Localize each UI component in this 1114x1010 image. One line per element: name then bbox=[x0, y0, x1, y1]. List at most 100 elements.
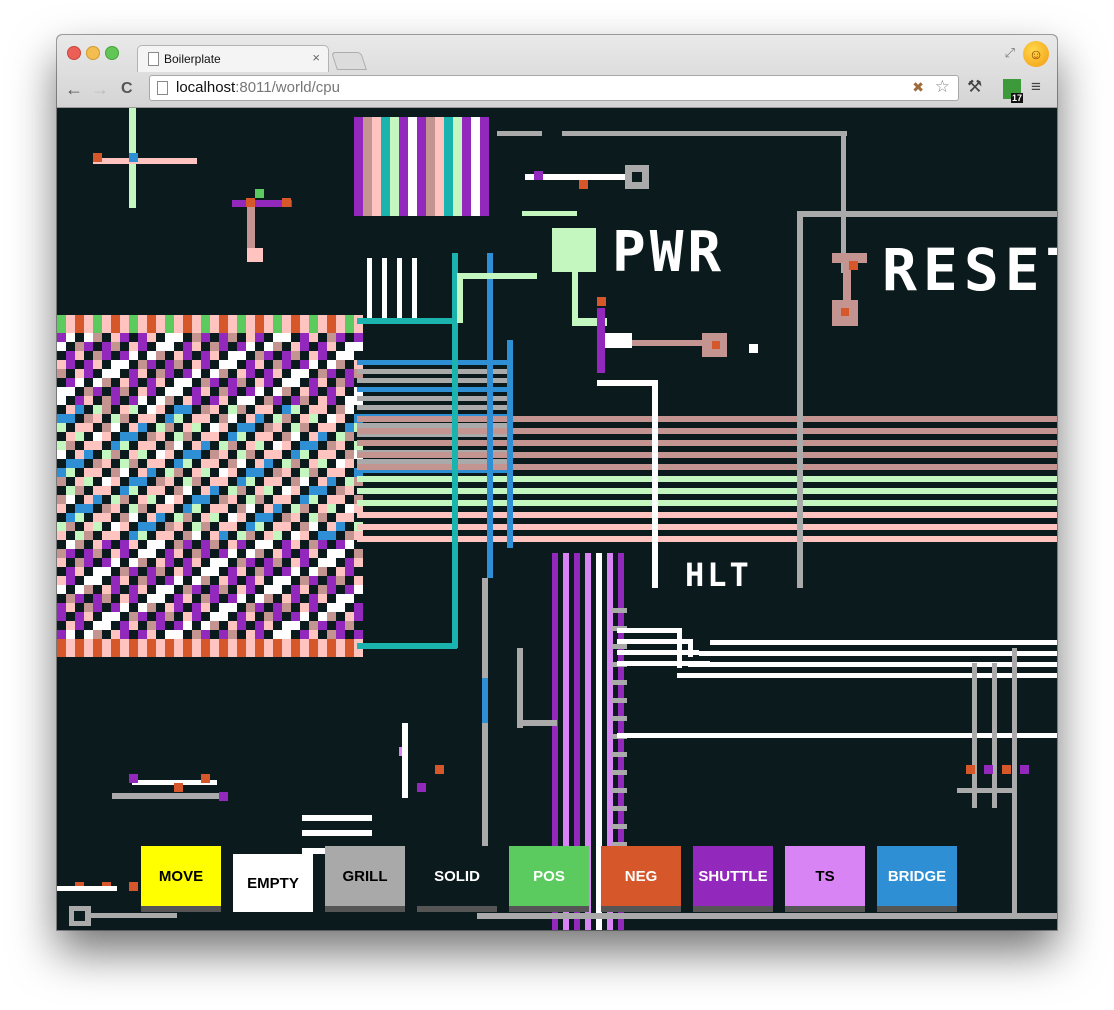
circuit-cell bbox=[129, 333, 138, 342]
circuit-cell bbox=[201, 486, 210, 495]
circuit-cell bbox=[426, 144, 435, 153]
circuit-cell bbox=[480, 144, 489, 153]
menu-icon[interactable]: ≡ bbox=[1031, 77, 1041, 97]
circuit-cell bbox=[165, 540, 174, 549]
close-window-button[interactable] bbox=[67, 46, 81, 60]
circuit-cell bbox=[372, 126, 381, 135]
circuit-cell bbox=[300, 486, 309, 495]
circuit-cell bbox=[228, 342, 237, 351]
circuit-cell bbox=[165, 432, 174, 441]
forward-icon[interactable]: → bbox=[91, 79, 109, 100]
circuit-cell bbox=[156, 648, 165, 657]
back-icon[interactable]: ← bbox=[65, 79, 83, 100]
circuit-cell bbox=[66, 315, 75, 324]
palette-button-shadow bbox=[509, 906, 589, 912]
palette-button-neg[interactable]: NEG bbox=[601, 846, 681, 912]
circuit-cell bbox=[354, 594, 363, 603]
circuit-cell bbox=[282, 495, 291, 504]
circuit-cell bbox=[318, 549, 327, 558]
circuit-cell bbox=[75, 432, 84, 441]
url-text[interactable]: localhost:8011/world/cpu bbox=[176, 79, 340, 96]
circuit-cell bbox=[66, 576, 75, 585]
circuit-cell bbox=[336, 486, 345, 495]
circuit-cell bbox=[165, 351, 174, 360]
circuit-cell bbox=[165, 504, 174, 513]
palette-button-empty[interactable]: EMPTY bbox=[233, 854, 313, 912]
bookmark-star-icon[interactable]: ☆ bbox=[935, 77, 950, 97]
wire bbox=[357, 396, 507, 401]
extension-icon[interactable]: 17 bbox=[1003, 79, 1023, 103]
circuit-cell bbox=[462, 135, 471, 144]
circuit-cell bbox=[228, 477, 237, 486]
circuit-cell bbox=[156, 576, 165, 585]
circuit-cell bbox=[264, 621, 273, 630]
circuit-cell bbox=[156, 387, 165, 396]
circuit-cell bbox=[174, 486, 183, 495]
circuit-cell bbox=[75, 405, 84, 414]
circuit-cell bbox=[219, 315, 228, 324]
tab-close-icon[interactable]: × bbox=[312, 50, 320, 65]
circuit-cell bbox=[219, 540, 228, 549]
palette-button-bridge[interactable]: BRIDGE bbox=[877, 846, 957, 912]
circuit-cell bbox=[237, 612, 246, 621]
circuit-cell bbox=[75, 585, 84, 594]
circuit-cell bbox=[327, 522, 336, 531]
circuit-cell bbox=[318, 567, 327, 576]
circuit-cell bbox=[183, 504, 192, 513]
circuit-cell bbox=[345, 351, 354, 360]
circuit-cell bbox=[183, 360, 192, 369]
circuit-cell bbox=[372, 180, 381, 189]
minimize-window-button[interactable] bbox=[86, 46, 100, 60]
circuit-cell bbox=[237, 549, 246, 558]
palette-button-pos[interactable]: POS bbox=[509, 846, 589, 912]
circuit-cell bbox=[120, 558, 129, 567]
palette-button-move[interactable]: MOVE bbox=[141, 846, 221, 912]
circuit-cell bbox=[255, 486, 264, 495]
circuit-cell bbox=[453, 207, 462, 216]
circuit-cell bbox=[273, 333, 282, 342]
circuit-cell bbox=[84, 378, 93, 387]
palette-button-grill[interactable]: GRILL bbox=[325, 846, 405, 912]
circuit-cell bbox=[273, 387, 282, 396]
circuit-cell bbox=[417, 126, 426, 135]
palette-button-ts[interactable]: TS bbox=[785, 846, 865, 912]
circuit-cell bbox=[201, 621, 210, 630]
circuit-cell bbox=[408, 198, 417, 207]
fullscreen-icon[interactable]: ⤢ bbox=[1005, 45, 1015, 61]
circuit-cell bbox=[282, 315, 291, 324]
profile-avatar-icon[interactable]: ☺ bbox=[1023, 41, 1049, 67]
circuit-cell bbox=[165, 603, 174, 612]
circuit-cell bbox=[426, 189, 435, 198]
wire bbox=[357, 500, 1057, 506]
tab-boilerplate[interactable]: Boilerplate × bbox=[137, 45, 329, 72]
circuit-cell bbox=[435, 117, 444, 126]
circuit-cell bbox=[354, 648, 363, 657]
circuit-cell bbox=[345, 405, 354, 414]
circuit-cell bbox=[336, 378, 345, 387]
circuit-cell bbox=[219, 459, 228, 468]
circuit-cell bbox=[327, 594, 336, 603]
circuit-cell bbox=[246, 342, 255, 351]
circuit-cell bbox=[264, 315, 273, 324]
circuit-cell bbox=[426, 180, 435, 189]
circuit-cell bbox=[219, 414, 228, 423]
circuit-board[interactable]: PWR RESET HLT bbox=[57, 108, 1057, 930]
wire bbox=[357, 360, 507, 365]
cookie-blocked-icon[interactable]: ✖ bbox=[912, 79, 924, 96]
circuit-cell bbox=[237, 576, 246, 585]
circuit-cell bbox=[93, 477, 102, 486]
circuit-cell bbox=[327, 621, 336, 630]
palette-button-shuttle[interactable]: SHUTTLE bbox=[693, 846, 773, 912]
circuit-cell bbox=[327, 531, 336, 540]
circuit-canvas[interactable]: PWR RESET HLT MOVEEMPTYGRILLSOLIDPOSNEGS… bbox=[57, 108, 1057, 930]
palette-button-solid[interactable]: SOLID bbox=[417, 846, 497, 912]
address-bar[interactable]: localhost:8011/world/cpu ✖ ☆ bbox=[149, 75, 959, 101]
circuit-cell bbox=[111, 549, 120, 558]
maximize-window-button[interactable] bbox=[105, 46, 119, 60]
wrench-icon[interactable]: ⚒ bbox=[967, 77, 982, 97]
circuit-cell bbox=[228, 648, 237, 657]
circuit-cell bbox=[381, 135, 390, 144]
reload-icon[interactable]: C bbox=[121, 80, 133, 98]
circuit-cell bbox=[84, 396, 93, 405]
new-tab-button[interactable] bbox=[331, 52, 367, 70]
